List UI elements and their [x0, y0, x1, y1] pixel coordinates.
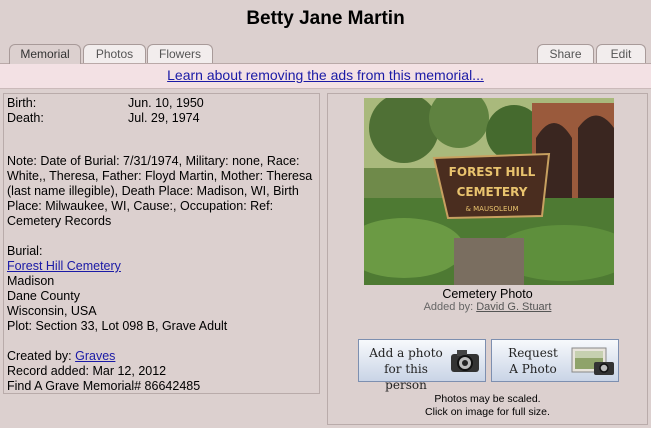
birth-label: Birth: [7, 96, 37, 110]
tab-memorial[interactable]: Memorial [9, 44, 81, 64]
request-photo-label: Request A Photo [508, 346, 558, 376]
tab-photos[interactable]: Photos [83, 44, 146, 63]
created-by-link[interactable]: Graves [75, 349, 115, 363]
photo-panel: FOREST HILL CEMETERY & MAUSOLEUM Cemeter… [327, 93, 648, 425]
sign-line-1: FOREST HILL [449, 165, 536, 179]
cemetery-county: Dane County [7, 289, 80, 303]
camera-icon [451, 350, 479, 372]
death-label: Death: [7, 111, 44, 125]
tab-share[interactable]: Share [537, 44, 594, 63]
sign-line-3: & MAUSOLEUM [465, 205, 518, 213]
tab-edit[interactable]: Edit [596, 44, 646, 63]
death-date: Jul. 29, 1974 [128, 111, 200, 125]
cemetery-state: Wisconsin, USA [7, 304, 97, 318]
photo-camera-icon [571, 347, 614, 375]
add-photo-label: Add a photo for this person [369, 346, 443, 392]
tab-flowers[interactable]: Flowers [147, 44, 213, 63]
scaling-note: Photos may be scaled. [434, 393, 541, 405]
cemetery-link[interactable]: Forest Hill Cemetery [7, 259, 121, 273]
record-added: Record added: Mar 12, 2012 [7, 364, 167, 378]
burial-label: Burial: [7, 244, 43, 258]
sign-line-2: CEMETERY [457, 185, 528, 199]
photo-added-by: Added by: David G. Stuart [328, 301, 647, 313]
photo-caption: Cemetery Photo [442, 287, 533, 301]
memorial-details-panel: Birth: Jun. 10, 1950 Death: Jul. 29, 197… [3, 93, 320, 394]
add-photo-button[interactable]: Add a photo for this person [358, 339, 486, 392]
created-by: Created by: Graves [7, 349, 115, 364]
plot-info: Plot: Section 33, Lot 098 B, Grave Adult [7, 319, 228, 333]
added-by-link[interactable]: David G. Stuart [476, 301, 551, 313]
ad-removal-bar: Learn about removing the ads from this m… [0, 64, 651, 89]
burial-note: Note: Date of Burial: 7/31/1974, Militar… [7, 154, 313, 228]
cemetery-link-wrap: Forest Hill Cemetery [7, 259, 121, 274]
remove-ads-link[interactable]: Learn about removing the ads from this m… [167, 67, 484, 83]
full-size-note: Click on image for full size. [425, 406, 550, 418]
memorial-id: Find A Grave Memorial# 86642485 [7, 379, 201, 393]
cemetery-photo[interactable]: FOREST HILL CEMETERY & MAUSOLEUM [364, 98, 614, 285]
cemetery-city: Madison [7, 274, 55, 288]
birth-date: Jun. 10, 1950 [128, 96, 204, 110]
request-photo-button[interactable]: Request A Photo [491, 339, 619, 382]
created-by-label: Created by: [7, 349, 72, 363]
added-by-label: Added by: [423, 301, 474, 313]
page-title: Betty Jane Martin [246, 8, 405, 29]
